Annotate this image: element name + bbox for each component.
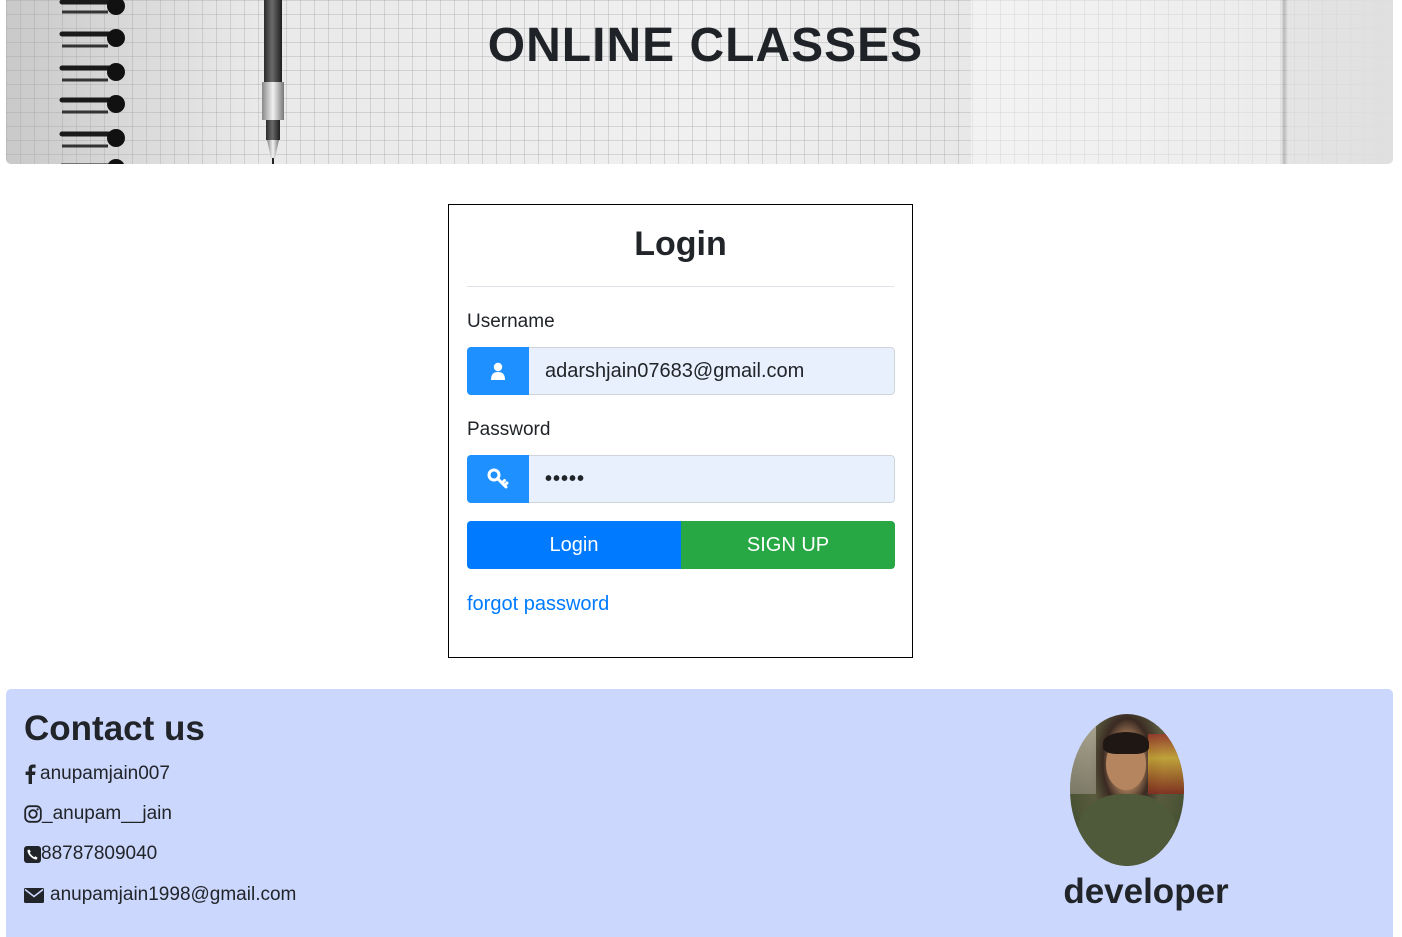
site-title: ONLINE CLASSES <box>487 19 924 72</box>
developer-avatar <box>1070 714 1184 866</box>
password-input-group: ••••• <box>467 455 895 503</box>
header-banner: ONLINE CLASSES <box>6 0 1393 164</box>
phone-number: 88787809040 <box>41 843 158 864</box>
facebook-handle: anupamjain007 <box>40 763 170 784</box>
login-title: Login <box>467 225 894 287</box>
contact-phone[interactable]: 88787809040 <box>24 843 157 865</box>
email-address: anupamjain1998@gmail.com <box>50 884 297 905</box>
action-buttons: Login SIGN UP <box>467 521 895 569</box>
envelope-icon <box>24 887 44 903</box>
contact-title: Contact us <box>24 709 205 748</box>
signup-button[interactable]: SIGN UP <box>681 521 895 569</box>
forgot-password-link[interactable]: forgot password <box>467 593 609 616</box>
contact-instagram[interactable]: _anupam__jain <box>24 803 172 825</box>
username-input[interactable] <box>529 347 895 395</box>
instagram-icon <box>24 805 42 823</box>
login-button[interactable]: Login <box>467 521 681 569</box>
user-icon <box>467 347 529 395</box>
username-label: Username <box>467 311 555 332</box>
contact-facebook[interactable]: anupamjain007 <box>24 763 170 785</box>
username-input-group <box>467 347 895 395</box>
phone-icon <box>24 845 41 863</box>
login-card: Login Username Password ••••• Login SIGN… <box>448 204 913 658</box>
facebook-icon <box>25 764 36 784</box>
key-icon <box>467 455 529 503</box>
footer-contact: Contact us anupamjain007 _anupam__jain 8… <box>6 689 1393 937</box>
password-input[interactable]: ••••• <box>529 455 895 503</box>
instagram-handle: _anupam__jain <box>42 803 172 824</box>
contact-email[interactable]: anupamjain1998@gmail.com <box>24 884 296 906</box>
developer-label: developer <box>1063 872 1229 911</box>
password-label: Password <box>467 419 551 440</box>
